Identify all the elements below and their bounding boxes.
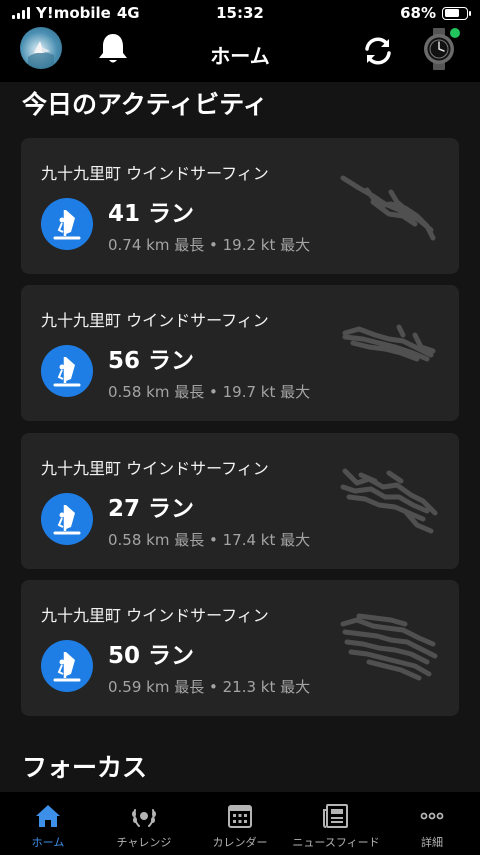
activity-stats: 0.58 km 最長 • 19.7 kt 最大 (108, 383, 311, 401)
laurel-icon (132, 809, 156, 827)
run-count: 56 ラン (108, 348, 195, 374)
main-content[interactable]: 今日のアクティビティ 九十九里町 ウインドサーフィン 41 ラン 0.74 km 最… (0, 82, 480, 792)
run-count: 50 ラン (108, 643, 195, 669)
top-nav: ホーム (0, 26, 480, 82)
activity-stats: 0.74 km 最長 • 19.2 kt 最大 (108, 236, 311, 254)
tab-home[interactable]: ホーム (0, 792, 96, 855)
tab-challenge-label: チャレンジ (116, 836, 172, 849)
run-count: 41 ラン (108, 201, 195, 227)
windsurfing-icon (41, 640, 93, 692)
battery-icon (442, 6, 471, 20)
tab-newsfeed[interactable]: ニュースフィード (288, 792, 384, 855)
section-title-focus: フォーカス (22, 753, 148, 782)
tab-more[interactable]: 詳細 (384, 792, 480, 855)
track-map-icon (340, 468, 438, 534)
activity-card[interactable]: 九十九里町 ウインドサーフィン 56 ラン 0.58 km 最長 • 19.7 kt… (21, 285, 459, 421)
track-map-icon (342, 324, 436, 362)
calendar-icon (228, 805, 252, 828)
activity-title: 九十九里町 ウインドサーフィン (41, 311, 269, 330)
track-map-icon (340, 613, 438, 681)
activity-stats: 0.58 km 最長 • 17.4 kt 最大 (108, 531, 311, 549)
tab-challenge[interactable]: チャレンジ (96, 792, 192, 855)
carrier-label: Y!mobile (36, 4, 111, 22)
newsfeed-icon (323, 804, 348, 828)
windsurfing-icon (41, 345, 93, 397)
section-title-today: 今日のアクティビティ (22, 90, 268, 119)
track-map-icon (340, 175, 436, 241)
battery-fill (444, 9, 459, 17)
tab-home-label: ホーム (31, 836, 65, 849)
network-label: 4G (116, 4, 140, 22)
signal-icon (12, 7, 30, 19)
activity-stats: 0.59 km 最長 • 21.3 kt 最大 (108, 678, 311, 696)
tab-more-label: 詳細 (421, 836, 443, 849)
sync-icon[interactable] (360, 33, 396, 69)
activity-card[interactable]: 九十九里町 ウインドサーフィン 50 ラン 0.59 km 最長 • 21.3 kt… (21, 580, 459, 716)
avatar-photo (28, 41, 54, 69)
bell-icon[interactable] (96, 31, 130, 67)
activity-card[interactable]: 九十九里町 ウインドサーフィン 41 ラン 0.74 km 最長 • 19.2 kt… (21, 138, 459, 274)
status-right: 68% (400, 4, 471, 22)
home-icon (36, 805, 60, 827)
more-icon (420, 812, 444, 820)
activity-card[interactable]: 九十九里町 ウインドサーフィン 27 ラン 0.58 km 最長 • 17.4 kt… (21, 433, 459, 569)
page-title: ホーム (210, 43, 270, 68)
status-left: Y!mobile 4G (12, 4, 140, 22)
windsurfing-icon (41, 493, 93, 545)
tab-newsfeed-label: ニュースフィード (292, 836, 380, 849)
battery-percent: 68% (400, 4, 436, 22)
avatar[interactable] (20, 27, 62, 69)
tab-calendar[interactable]: カレンダー (192, 792, 288, 855)
tab-calendar-label: カレンダー (212, 836, 268, 849)
activity-title: 九十九里町 ウインドサーフィン (41, 606, 269, 625)
activity-title: 九十九里町 ウインドサーフィン (41, 164, 269, 183)
device-status-dot (450, 28, 460, 38)
tab-bar: ホーム チャレンジ カレンダー ニュースフィード 詳細 (0, 792, 480, 855)
status-bar: Y!mobile 4G 15:32 68% (0, 0, 480, 26)
windsurfing-icon (41, 198, 93, 250)
run-count: 27 ラン (108, 496, 195, 522)
activity-title: 九十九里町 ウインドサーフィン (41, 459, 269, 478)
